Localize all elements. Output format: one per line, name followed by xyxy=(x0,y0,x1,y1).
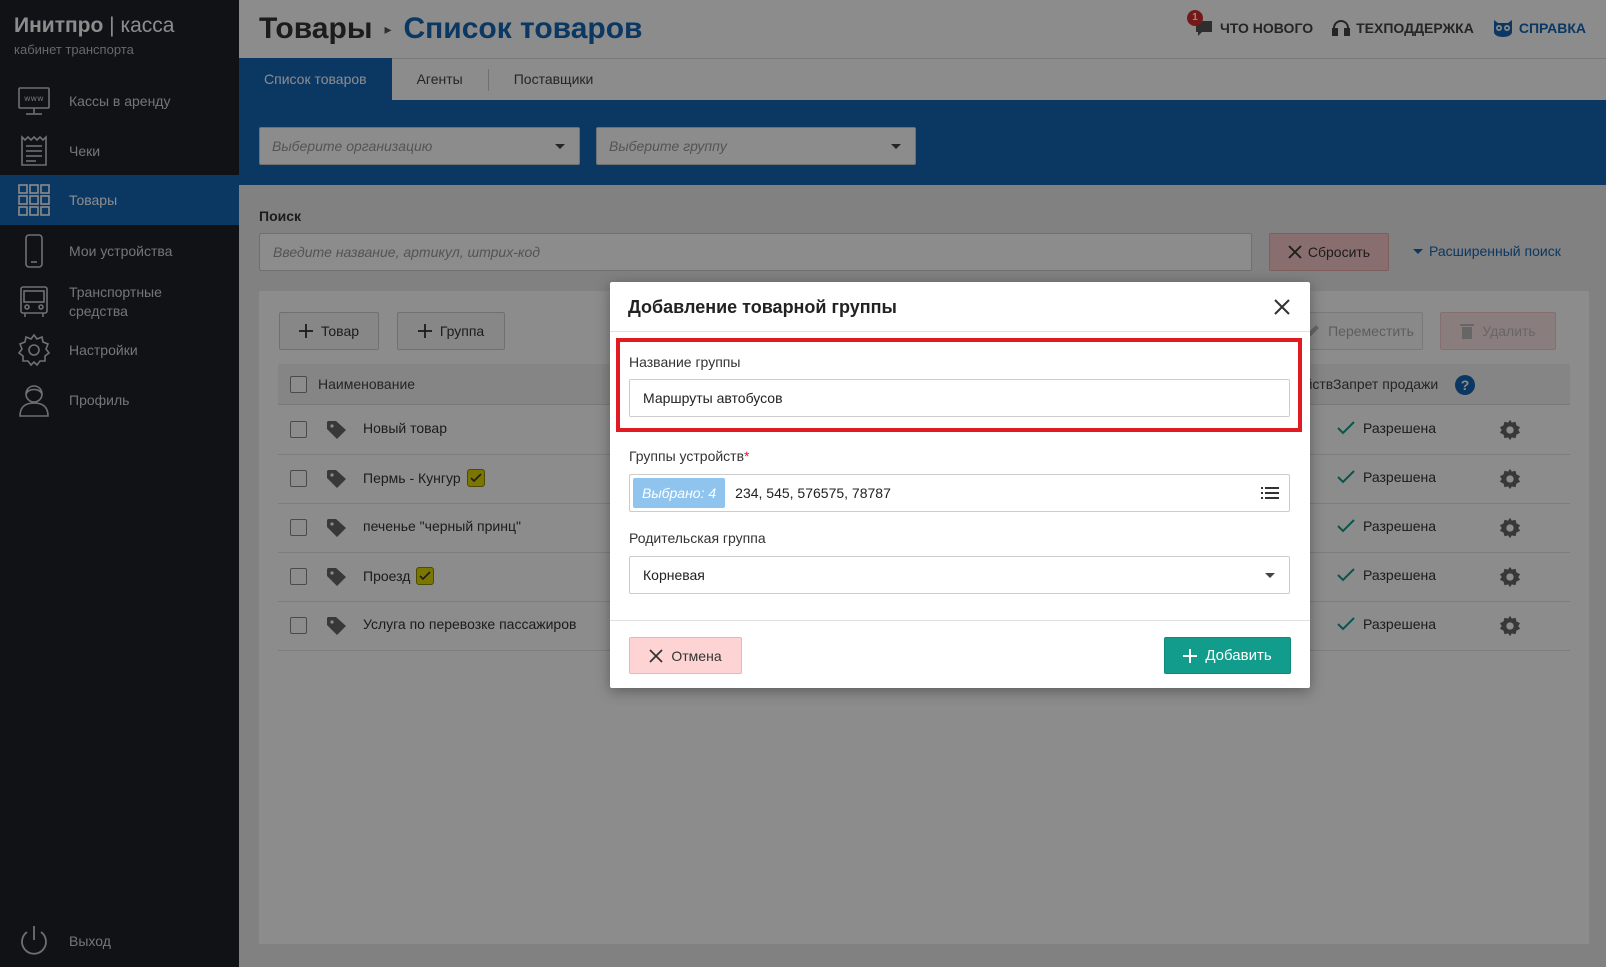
group-name-input[interactable]: Маршруты автобусов xyxy=(629,379,1290,417)
cancel-button[interactable]: Отмена xyxy=(629,637,742,674)
dialog-footer: Отмена Добавить xyxy=(610,620,1310,688)
selected-count-chip: Выбрано: 4 xyxy=(633,478,726,508)
device-groups-multiselect[interactable]: Выбрано: 4 234, 545, 576575, 78787 xyxy=(629,474,1290,512)
device-groups-label: Группы устройств* xyxy=(629,448,750,464)
selected-values: 234, 545, 576575, 78787 xyxy=(735,485,891,501)
cancel-label: Отмена xyxy=(671,647,722,664)
dialog-header: Добавление товарной группы xyxy=(610,282,1310,332)
add-label: Добавить xyxy=(1205,647,1272,664)
list-icon[interactable] xyxy=(1261,486,1279,500)
parent-group-label: Родительская группа xyxy=(629,530,766,546)
required-mark: * xyxy=(744,448,750,464)
close-icon[interactable] xyxy=(1272,297,1292,317)
group-name-value: Маршруты автобусов xyxy=(643,390,783,406)
close-icon xyxy=(649,648,664,663)
caret-down-icon xyxy=(1265,573,1275,578)
add-button[interactable]: Добавить xyxy=(1164,637,1291,674)
plus-icon xyxy=(1183,648,1198,663)
add-group-dialog: Добавление товарной группы Название груп… xyxy=(610,282,1310,688)
device-groups-label-text: Группы устройств xyxy=(629,448,745,464)
parent-group-value: Корневая xyxy=(643,567,705,583)
parent-group-select[interactable]: Корневая xyxy=(629,556,1290,594)
group-name-label: Название группы xyxy=(629,354,741,370)
dialog-title: Добавление товарной группы xyxy=(628,297,897,317)
